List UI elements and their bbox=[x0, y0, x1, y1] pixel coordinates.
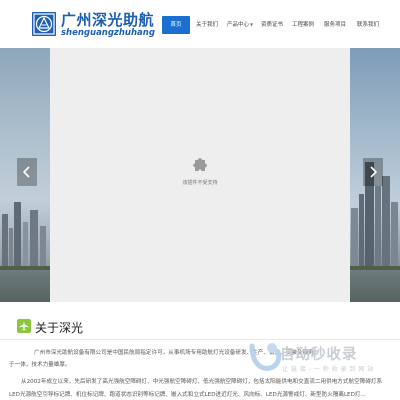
slider-next-button[interactable] bbox=[363, 158, 383, 186]
watermark-logo-icon bbox=[249, 343, 282, 371]
site-header: 广州深光助航 shenguangzhuhang 首页 关于我们 产品中心▼ 资质… bbox=[0, 0, 400, 50]
slider-prev-button[interactable] bbox=[17, 158, 37, 186]
airplane-icon bbox=[17, 319, 31, 333]
watermark-subtitle: 让 链 接 - 一 秒 收 录 到 网 站 bbox=[282, 366, 374, 373]
nav-item-certificates[interactable]: 资质证书 bbox=[261, 16, 283, 34]
hero-slider bbox=[0, 48, 400, 302]
about-paragraph-line: 从2002年成立以来，先后研发了高光强航空障碍灯、中光强航空障碍灯、低光强航空障… bbox=[21, 379, 383, 385]
watermark-title: 自动秒收录 bbox=[280, 347, 358, 363]
nav-item-services[interactable]: 服务项目 bbox=[324, 16, 346, 34]
about-title: 关于深光 bbox=[35, 321, 84, 335]
nav-item-products[interactable]: 产品中心▼ bbox=[226, 16, 254, 34]
chevron-left-icon bbox=[22, 166, 30, 178]
about-paragraph-line: LED光源航空引导标记牌、机位标记牌、跑道状态识别等标记牌、嵌入式和立式LED进… bbox=[9, 392, 366, 398]
puzzle-piece-icon bbox=[193, 158, 207, 171]
plugin-placeholder bbox=[50, 48, 350, 302]
chevron-down-icon: ▼ bbox=[249, 22, 254, 27]
nav-item-contact[interactable]: 联系我们 bbox=[356, 16, 380, 34]
divider bbox=[0, 339, 400, 340]
chevron-right-icon bbox=[370, 166, 378, 178]
nav-item-home[interactable]: 首页 bbox=[162, 16, 190, 34]
logo-title[interactable]: 广州深光助航 bbox=[61, 9, 154, 30]
nav-item-about[interactable]: 关于我们 bbox=[196, 16, 218, 34]
plugin-unsupported-message: 该插件不受支持 bbox=[182, 180, 218, 186]
nav-item-cases[interactable]: 工程案例 bbox=[292, 16, 314, 34]
about-paragraph-line: 于一体，技术力量雄厚。 bbox=[9, 362, 71, 368]
logo-emblem-icon[interactable] bbox=[32, 12, 56, 36]
logo-subtitle: shenguangzhuhang bbox=[61, 28, 155, 38]
